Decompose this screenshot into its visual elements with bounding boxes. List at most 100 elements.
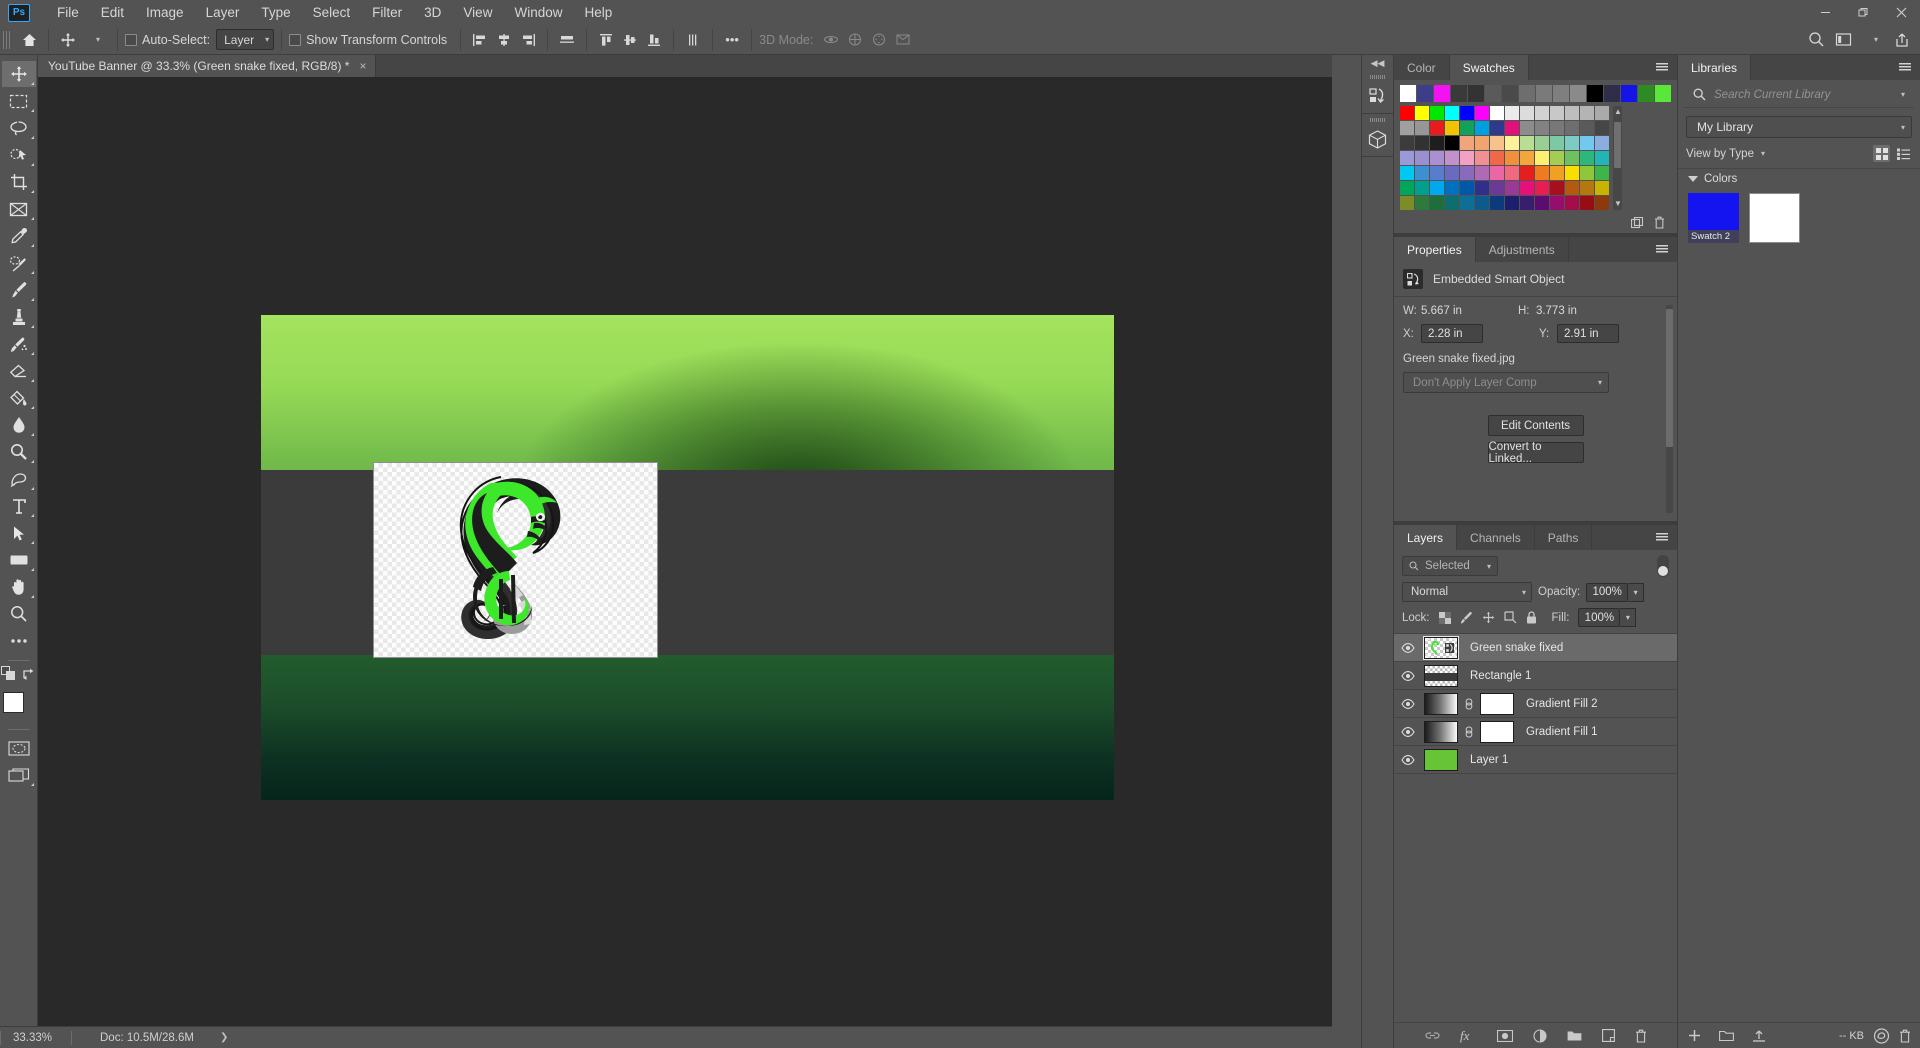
color-swatch[interactable] (1445, 151, 1459, 165)
show-transform-checkbox[interactable] (289, 33, 302, 46)
color-swatches[interactable] (2, 690, 36, 724)
edit-toolbar-tool[interactable] (2, 628, 36, 654)
lock-transparency-icon[interactable] (1438, 611, 1451, 624)
color-swatch[interactable] (1445, 181, 1459, 195)
color-swatch[interactable] (1460, 181, 1474, 195)
color-swatch[interactable] (1490, 181, 1504, 195)
recent-swatch[interactable] (1451, 85, 1467, 102)
edit-contents-button[interactable]: Edit Contents (1487, 415, 1584, 436)
x-field[interactable]: 2.28 in (1421, 324, 1483, 343)
color-swatch[interactable] (1580, 166, 1594, 180)
search-icon[interactable] (1804, 28, 1829, 52)
color-swatch[interactable] (1460, 151, 1474, 165)
color-swatch[interactable] (1595, 121, 1609, 135)
color-swatch[interactable] (1475, 151, 1489, 165)
auto-select-checkbox[interactable] (125, 33, 137, 46)
layer-visibility-eye-icon[interactable] (1398, 670, 1418, 681)
menu-item-layer[interactable]: Layer (195, 2, 251, 23)
add-library-icon[interactable] (1688, 1029, 1701, 1042)
properties-scrollbar[interactable] (1666, 305, 1673, 513)
tab-libraries[interactable]: Libraries (1678, 55, 1752, 80)
brush-tool[interactable] (2, 277, 36, 303)
home-icon[interactable] (17, 28, 41, 52)
upload-icon[interactable] (1752, 1029, 1766, 1042)
menu-item-3d[interactable]: 3D (413, 2, 452, 23)
menu-item-file[interactable]: File (46, 2, 90, 23)
color-swatch[interactable] (1520, 181, 1534, 195)
color-swatch[interactable] (1460, 136, 1474, 150)
color-swatch[interactable] (1520, 196, 1534, 210)
color-swatch[interactable] (1430, 196, 1444, 210)
color-swatch[interactable] (1490, 106, 1504, 120)
auto-select-scope-dropdown[interactable]: Layer ▾ (216, 29, 275, 50)
opacity-value[interactable]: 100% (1586, 582, 1629, 602)
recent-swatch[interactable] (1638, 85, 1654, 102)
color-swatch[interactable] (1535, 136, 1549, 150)
color-swatch[interactable] (1415, 151, 1429, 165)
color-swatch[interactable] (1550, 121, 1564, 135)
library-color-item[interactable]: Swatch 2 (1688, 193, 1739, 243)
layer-row[interactable]: Green snake fixed (1394, 634, 1677, 662)
lock-all-icon[interactable] (1526, 611, 1537, 624)
color-swatch[interactable] (1520, 151, 1534, 165)
layers-panel-menu-icon[interactable] (1653, 525, 1671, 550)
minimize-button[interactable] (1806, 0, 1844, 25)
canvas-area[interactable] (38, 77, 1332, 1026)
color-swatch[interactable] (1550, 136, 1564, 150)
pen-tool[interactable] (2, 466, 36, 492)
color-swatch[interactable] (1595, 166, 1609, 180)
new-group-icon[interactable] (1631, 216, 1644, 229)
color-swatch[interactable] (1550, 151, 1564, 165)
color-swatch[interactable] (1520, 121, 1534, 135)
3d-panel-icon[interactable] (1362, 122, 1394, 156)
list-view-icon[interactable] (1895, 145, 1912, 162)
color-swatch[interactable] (1535, 106, 1549, 120)
hand-tool[interactable] (2, 574, 36, 600)
color-swatch[interactable] (1400, 166, 1414, 180)
color-swatch[interactable] (1490, 121, 1504, 135)
color-swatch[interactable] (1490, 136, 1504, 150)
color-swatch[interactable] (1595, 151, 1609, 165)
frame-tool[interactable] (2, 196, 36, 222)
fill-stepper-chevron[interactable]: ▾ (1620, 608, 1637, 627)
color-swatch[interactable] (1580, 196, 1594, 210)
layer-row[interactable]: Gradient Fill 1 (1394, 718, 1677, 746)
close-button[interactable] (1882, 0, 1920, 25)
layer-thumbnail[interactable] (1424, 664, 1458, 687)
more-options-icon[interactable]: ••• (720, 28, 744, 52)
new-group-icon[interactable] (1567, 1030, 1582, 1042)
color-swatch[interactable] (1550, 181, 1564, 195)
filter-enable-toggle[interactable] (1657, 555, 1669, 577)
swatches-grid[interactable] (1400, 106, 1609, 210)
color-swatch[interactable] (1430, 166, 1444, 180)
layer-comp-dropdown[interactable]: Don't Apply Layer Comp ▾ (1403, 372, 1609, 393)
share-icon[interactable] (1890, 28, 1914, 52)
color-swatch[interactable] (1430, 181, 1444, 195)
color-swatch[interactable] (1475, 106, 1489, 120)
spot-healing-brush-tool[interactable] (2, 250, 36, 276)
library-color-swatch[interactable] (1749, 193, 1800, 243)
layer-style-fx-icon[interactable]: fx (1460, 1029, 1477, 1043)
grid-view-icon[interactable] (1873, 145, 1890, 162)
color-swatch[interactable] (1520, 106, 1534, 120)
recent-swatch[interactable] (1519, 85, 1535, 102)
color-swatch[interactable] (1445, 121, 1459, 135)
color-swatch[interactable] (1430, 151, 1444, 165)
path-selection-tool[interactable] (2, 520, 36, 546)
library-folder-icon[interactable] (1719, 1030, 1734, 1042)
color-swatch[interactable] (1535, 151, 1549, 165)
color-swatch[interactable] (1430, 136, 1444, 150)
eraser-tool[interactable] (2, 358, 36, 384)
color-swatch[interactable] (1460, 196, 1474, 210)
color-swatch[interactable] (1430, 106, 1444, 120)
color-swatch[interactable] (1475, 121, 1489, 135)
lock-image-icon[interactable] (1460, 611, 1473, 624)
layer-mask-thumbnail[interactable] (1480, 720, 1514, 743)
tab-color[interactable]: Color (1394, 55, 1450, 80)
layer-thumbnail[interactable] (1424, 692, 1458, 715)
menu-item-image[interactable]: Image (135, 2, 195, 23)
gradient-tool[interactable] (2, 385, 36, 411)
creative-cloud-icon[interactable] (1873, 1027, 1890, 1044)
chevron-down-icon[interactable]: ▾ (1761, 149, 1765, 158)
color-swatch[interactable] (1430, 121, 1444, 135)
